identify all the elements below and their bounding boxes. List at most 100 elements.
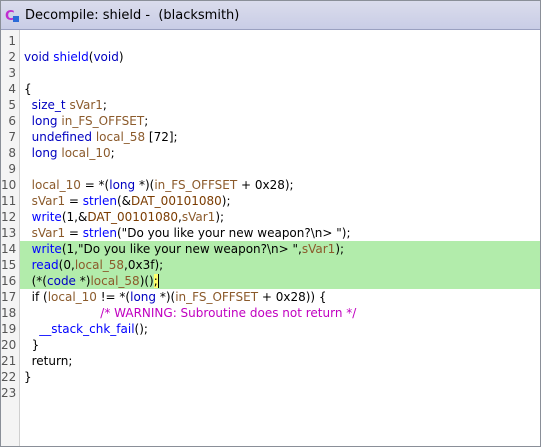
code-token-func[interactable]: __stack_chk_fail	[39, 322, 134, 336]
code-line[interactable]: }	[20, 337, 540, 353]
code-token-var[interactable]: local_10	[48, 290, 97, 304]
code-token-var[interactable]: local_10	[32, 178, 81, 192]
title-bar[interactable]: C Decompile: shield - (blacksmith)	[1, 1, 540, 30]
line-number: 10	[1, 178, 17, 192]
code-token-func[interactable]: write	[32, 210, 62, 224]
code-token-var[interactable]: local_10	[61, 146, 110, 160]
code-token-plain: [72];	[145, 130, 178, 144]
code-token-type[interactable]: void	[93, 50, 118, 64]
code-token-type[interactable]: void	[24, 50, 53, 64]
code-token-var[interactable]: sVar1	[32, 194, 65, 208]
code-token-type[interactable]: long	[32, 114, 58, 128]
code-token-plain: ;	[102, 98, 107, 112]
code-line[interactable]: sVar1 = strlen("Do you like your new wea…	[20, 225, 540, 241]
line-number: 17	[1, 290, 17, 304]
code-token-plain: if (	[24, 290, 48, 304]
code-line[interactable]: undefined local_58 [72];	[20, 129, 540, 145]
code-token-func[interactable]: strlen	[83, 226, 117, 240]
code-token-func[interactable]: read	[32, 258, 59, 272]
code-token-plain: )	[118, 50, 124, 64]
code-token-var[interactable]: sVar1	[32, 226, 65, 240]
code-token-plain: return;	[24, 354, 73, 368]
code-token-type[interactable]: code	[47, 274, 76, 288]
code-token-plain: );	[335, 242, 345, 256]
code-line[interactable]	[20, 33, 540, 49]
line-number: 9	[8, 162, 16, 176]
code-line[interactable]: write(1,&DAT_00101080,sVar1);	[20, 209, 540, 225]
line-number: 22	[1, 370, 17, 384]
line-number: 23	[1, 386, 17, 400]
line-number: 1	[8, 34, 16, 48]
code-token-plain: (0,	[58, 258, 75, 272]
code-token-plain: }	[24, 370, 32, 384]
code-token-plain: )()	[139, 274, 154, 288]
code-token-glob[interactable]: DAT_00101080	[131, 194, 222, 208]
code-token-plain: = *(	[80, 178, 110, 192]
line-number: 7	[8, 130, 16, 144]
code-token-plain: (1,&	[61, 210, 88, 224]
code-line[interactable]: __stack_chk_fail();	[20, 321, 540, 337]
code-line[interactable]	[20, 65, 540, 81]
code-token-plain: =	[65, 194, 83, 208]
code-token-type[interactable]: long	[130, 290, 156, 304]
code-listing[interactable]: void shield(void) { size_t sVar1; long in…	[20, 30, 540, 446]
code-token-var[interactable]: sVar1	[182, 210, 215, 224]
code-token-type[interactable]: undefined	[32, 130, 92, 144]
line-number: 12	[1, 210, 17, 224]
window-title: Decompile: shield - (blacksmith)	[25, 7, 240, 23]
code-token-func[interactable]: shield	[53, 50, 89, 64]
decompiler-icon: C	[4, 7, 20, 23]
code-token-type[interactable]: long	[109, 178, 135, 192]
code-line[interactable]	[20, 161, 540, 177]
code-line[interactable]: void shield(void)	[20, 49, 540, 65]
line-number: 19	[1, 322, 17, 336]
code-token-var[interactable]: local_58	[75, 258, 124, 272]
line-number: 5	[8, 98, 16, 112]
code-line[interactable]: }	[20, 369, 540, 385]
decompiler-editor[interactable]: 1 2 3 4 5 6 7 8 9 10 11 12 13 14 15 16 17 18 19 20 21 22 23 vo…	[1, 30, 540, 446]
code-token-var[interactable]: in_FS_OFFSET	[61, 114, 144, 128]
code-token-type[interactable]: long	[32, 146, 58, 160]
code-line[interactable]: long local_10;	[20, 145, 540, 161]
code-line-highlighted[interactable]: (*(code *)local_58)();	[20, 273, 540, 289]
code-token-comment: /* WARNING: Subroutine does not return *…	[100, 306, 357, 320]
code-token-plain: ,0x3f);	[124, 258, 164, 272]
code-line[interactable]: /* WARNING: Subroutine does not return *…	[20, 305, 540, 321]
code-line-highlighted[interactable]: read(0,local_58,0x3f);	[20, 257, 540, 273]
code-line[interactable]: return;	[20, 353, 540, 369]
line-number: 2	[8, 50, 16, 64]
code-line[interactable]	[20, 385, 540, 401]
code-line[interactable]: long in_FS_OFFSET;	[20, 113, 540, 129]
code-token-var[interactable]: sVar1	[302, 242, 335, 256]
code-token-var[interactable]: in_FS_OFFSET	[175, 290, 258, 304]
code-line[interactable]: size_t sVar1;	[20, 97, 540, 113]
code-token-glob[interactable]: DAT_00101080	[87, 210, 178, 224]
code-token-plain: );	[215, 210, 225, 224]
code-line[interactable]: sVar1 = strlen(&DAT_00101080);	[20, 193, 540, 209]
code-token-cursor: ;	[153, 274, 159, 288]
code-line[interactable]: local_10 = *(long *)(in_FS_OFFSET + 0x28…	[20, 177, 540, 193]
line-number: 3	[8, 66, 16, 80]
code-line[interactable]: if (local_10 != *(long *)(in_FS_OFFSET +…	[20, 289, 540, 305]
line-number: 11	[1, 194, 17, 208]
code-token-var[interactable]: sVar1	[69, 98, 102, 112]
code-token-var[interactable]: local_58	[96, 130, 145, 144]
code-line-highlighted[interactable]: write(1,"Do you like your new weapon?\n>…	[20, 241, 540, 257]
line-number: 21	[1, 354, 17, 368]
code-token-var[interactable]: in_FS_OFFSET	[154, 178, 237, 192]
code-token-var[interactable]: local_58	[90, 274, 139, 288]
code-token-plain: + 0x28)) {	[258, 290, 327, 304]
line-number: 14	[1, 242, 17, 256]
code-line[interactable]: {	[20, 81, 540, 97]
code-token-func[interactable]: strlen	[83, 194, 117, 208]
code-token-plain: (1,"Do you like your new weapon?\n> ",	[61, 242, 302, 256]
code-token-func[interactable]: write	[32, 242, 62, 256]
code-token-type[interactable]: size_t	[32, 98, 66, 112]
